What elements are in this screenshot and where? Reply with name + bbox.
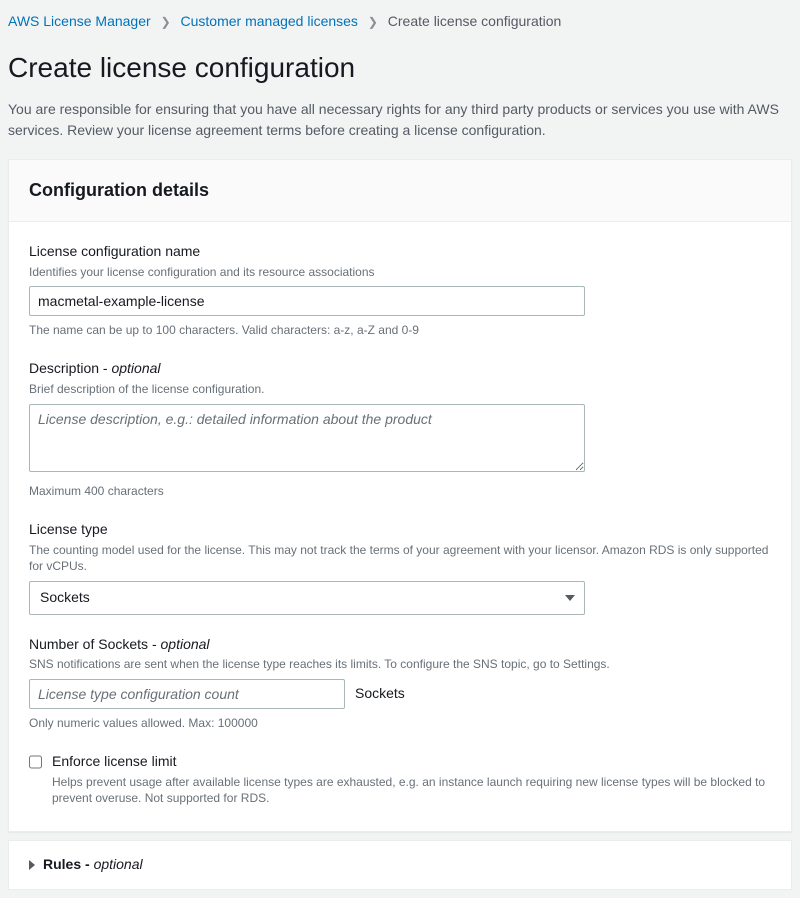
chevron-right-icon: ❯ xyxy=(161,14,171,31)
breadcrumb-current: Create license configuration xyxy=(388,13,562,29)
description-label: Description - optional xyxy=(29,359,771,379)
description-textarea[interactable] xyxy=(29,404,585,472)
chevron-right-icon: ❯ xyxy=(368,14,378,31)
sockets-suffix: Sockets xyxy=(355,684,405,704)
rules-label: Rules - xyxy=(43,856,94,872)
description-hint: Maximum 400 characters xyxy=(29,483,771,500)
description-field: Description - optional Brief description… xyxy=(29,359,771,500)
enforce-limit-checkbox[interactable] xyxy=(29,754,42,770)
page-description: You are responsible for ensuring that yo… xyxy=(0,99,800,159)
description-help: Brief description of the license configu… xyxy=(29,381,771,398)
license-name-help: Identifies your license configuration an… xyxy=(29,264,771,281)
page-title: Create license configuration xyxy=(0,38,800,99)
sockets-field: Number of Sockets - optional SNS notific… xyxy=(29,635,771,732)
rules-optional: optional xyxy=(94,856,143,872)
license-name-input[interactable] xyxy=(29,286,585,316)
license-type-label: License type xyxy=(29,520,771,540)
enforce-limit-help: Helps prevent usage after available lice… xyxy=(52,774,771,808)
license-type-select[interactable]: Sockets xyxy=(29,581,585,615)
caret-right-icon xyxy=(29,860,35,870)
sockets-label: Number of Sockets - optional xyxy=(29,635,771,655)
license-name-label: License configuration name xyxy=(29,242,771,262)
panel-header: Configuration details xyxy=(9,160,791,222)
configuration-details-panel: Configuration details License configurat… xyxy=(8,159,792,832)
rules-section: Rules - optional xyxy=(8,840,792,890)
caret-down-icon xyxy=(565,595,575,601)
enforce-limit-field: Enforce license limit Helps prevent usag… xyxy=(29,752,771,807)
sockets-help: SNS notifications are sent when the lice… xyxy=(29,656,771,673)
rules-toggle[interactable]: Rules - optional xyxy=(9,841,791,889)
license-type-help: The counting model used for the license.… xyxy=(29,542,771,576)
sockets-hint: Only numeric values allowed. Max: 100000 xyxy=(29,715,771,732)
breadcrumb-root-link[interactable]: AWS License Manager xyxy=(8,13,151,29)
license-name-field: License configuration name Identifies yo… xyxy=(29,242,771,339)
breadcrumb-mid-link[interactable]: Customer managed licenses xyxy=(181,13,358,29)
license-name-hint: The name can be up to 100 characters. Va… xyxy=(29,322,771,339)
license-type-selected: Sockets xyxy=(40,589,90,605)
enforce-limit-label: Enforce license limit xyxy=(52,752,771,772)
breadcrumb: AWS License Manager ❯ Customer managed l… xyxy=(0,0,800,38)
panel-title: Configuration details xyxy=(29,178,771,203)
license-type-field: License type The counting model used for… xyxy=(29,520,771,615)
sockets-count-input[interactable] xyxy=(29,679,345,709)
